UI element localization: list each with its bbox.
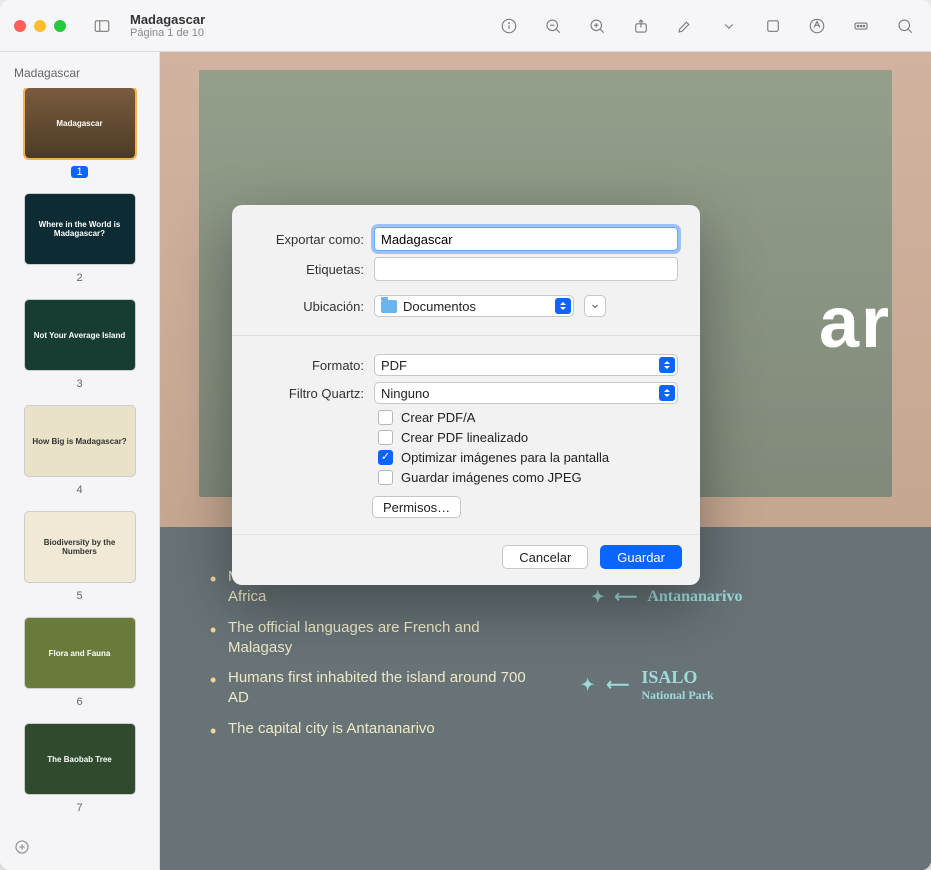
thumbnail-number: 1 (71, 166, 87, 178)
dialog-footer: Cancelar Guardar (232, 534, 700, 585)
form-icon[interactable] (849, 14, 873, 38)
expand-browser-button[interactable] (584, 295, 606, 317)
markup-icon[interactable] (805, 14, 829, 38)
export-filename-input[interactable] (374, 227, 678, 251)
export-as-label: Exportar como: (254, 232, 364, 247)
window-controls (14, 20, 66, 32)
info-icon[interactable] (497, 14, 521, 38)
format-popup[interactable]: PDF (374, 354, 678, 376)
document-title: Madagascar (130, 12, 205, 27)
sidebar-title: Madagascar (14, 66, 145, 80)
format-label: Formato: (254, 358, 364, 373)
tags-label: Etiquetas: (254, 262, 364, 277)
divider (232, 335, 700, 336)
thumbnail-6[interactable]: Flora and Fauna 6 (10, 618, 149, 710)
checkbox-linearized[interactable] (378, 430, 393, 445)
document-title-block: Madagascar Página 1 de 10 (130, 12, 205, 39)
thumbnail-5[interactable]: Biodiversity by the Numbers 5 (10, 512, 149, 604)
checkbox-optimize-images-label: Optimizar imágenes para la pantalla (401, 450, 609, 465)
tags-input[interactable] (374, 257, 678, 281)
thumbnail-number: 4 (76, 484, 82, 496)
zoom-window-button[interactable] (54, 20, 66, 32)
share-icon[interactable] (629, 14, 653, 38)
thumbnail-4[interactable]: How Big is Madagascar? 4 (10, 406, 149, 498)
thumbnail-2[interactable]: Where in the World is Madagascar? 2 (10, 194, 149, 286)
popup-arrows-icon (659, 357, 675, 373)
rotate-icon[interactable] (761, 14, 785, 38)
thumbnail-7[interactable]: The Baobab Tree 7 (10, 724, 149, 816)
highlight-icon[interactable] (673, 14, 697, 38)
page-indicator: Página 1 de 10 (130, 27, 205, 39)
checkbox-pdfa[interactable] (378, 410, 393, 425)
format-value: PDF (381, 358, 407, 373)
export-dialog: Exportar como: Etiquetas: Ubicación: Doc… (232, 205, 700, 585)
titlebar: Madagascar Página 1 de 10 (0, 0, 931, 52)
save-button[interactable]: Guardar (600, 545, 682, 569)
permissions-button[interactable]: Permisos… (372, 496, 461, 518)
checkbox-save-jpeg[interactable] (378, 470, 393, 485)
sidebar-toggle-icon[interactable] (90, 14, 114, 38)
quartz-filter-value: Ninguno (381, 386, 429, 401)
cancel-button[interactable]: Cancelar (502, 545, 588, 569)
thumbnails-sidebar: Madagascar Madagascar 1 Where in the Wor… (0, 52, 160, 870)
thumbnail-number: 5 (76, 590, 82, 602)
search-icon[interactable] (893, 14, 917, 38)
popup-arrows-icon (555, 298, 571, 314)
chevron-down-icon[interactable] (717, 14, 741, 38)
zoom-out-icon[interactable] (541, 14, 565, 38)
thumbnail-3[interactable]: Not Your Average Island 3 (10, 300, 149, 392)
where-value: Documentos (403, 299, 476, 314)
checkbox-save-jpeg-label: Guardar imágenes como JPEG (401, 470, 582, 485)
zoom-in-icon[interactable] (585, 14, 609, 38)
minimize-window-button[interactable] (34, 20, 46, 32)
popup-arrows-icon (659, 385, 675, 401)
close-window-button[interactable] (14, 20, 26, 32)
where-popup[interactable]: Documentos (374, 295, 574, 317)
folder-icon (381, 300, 397, 313)
add-page-button[interactable] (10, 834, 149, 860)
thumbnail-number: 7 (76, 802, 82, 814)
quartz-filter-popup[interactable]: Ninguno (374, 382, 678, 404)
toolbar-actions (497, 14, 917, 38)
checkbox-pdfa-label: Crear PDF/A (401, 410, 475, 425)
thumbnail-number: 6 (76, 696, 82, 708)
checkbox-optimize-images[interactable] (378, 450, 393, 465)
thumbnail-number: 3 (76, 378, 82, 390)
where-label: Ubicación: (254, 299, 364, 314)
quartz-filter-label: Filtro Quartz: (254, 386, 364, 401)
thumbnail-number: 2 (76, 272, 82, 284)
thumbnail-1[interactable]: Madagascar 1 (10, 88, 149, 180)
app-window: Madagascar Página 1 de 10 Madagascar Mad… (0, 0, 931, 870)
thumbnails-list: Madagascar 1 Where in the World is Madag… (10, 88, 149, 834)
checkbox-linearized-label: Crear PDF linealizado (401, 430, 528, 445)
